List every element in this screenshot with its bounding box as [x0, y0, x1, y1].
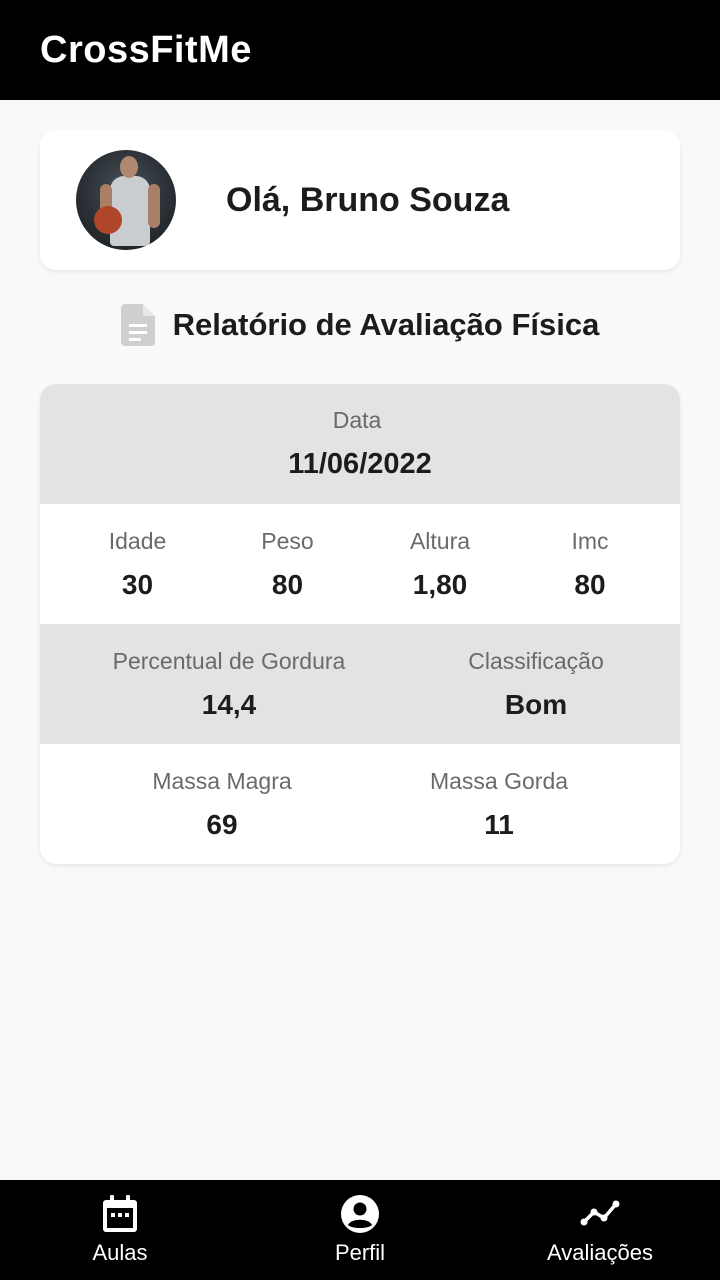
calendar-icon: [103, 1195, 137, 1232]
app-title: CrossFitMe: [40, 28, 252, 71]
metrics-row: Idade 30 Peso 80 Altura 1,80 Imc 80: [40, 504, 680, 624]
report-card: Data 11/06/2022 Idade 30 Peso 80 Altura …: [40, 384, 680, 864]
avatar[interactable]: [76, 150, 176, 250]
report-heading: Relatório de Avaliação Física: [0, 300, 720, 350]
metric-altura: Altura 1,80: [340, 504, 540, 624]
account-circle-icon: [341, 1195, 379, 1233]
classification-cell: Classificação Bom: [418, 624, 654, 744]
metric-value: 80: [271, 568, 304, 600]
date-value: 11/06/2022: [288, 448, 432, 480]
body-fat-row: Percentual de Gordura 14,4 Classificação…: [40, 624, 680, 744]
metric-label: Imc: [571, 527, 609, 554]
fat-mass-cell: Massa Gorda 11: [404, 744, 594, 864]
nav-label-perfil: Perfil: [334, 1240, 386, 1265]
date-cell: Data 11/06/2022: [40, 384, 680, 504]
nav-item-aulas[interactable]: Aulas: [0, 1180, 240, 1280]
metric-label: Altura: [409, 527, 471, 554]
greeting-text: Olá, Bruno Souza: [226, 180, 510, 219]
body-fat-value: 14,4: [201, 688, 257, 720]
timeline-icon: [580, 1200, 620, 1226]
classification-label: Classificação: [468, 647, 604, 674]
metric-value: 1,80: [412, 568, 468, 600]
app-bar: CrossFitMe: [0, 0, 720, 100]
nav-label-avaliacoes: Avaliações: [547, 1240, 653, 1265]
lean-mass-label: Massa Magra: [152, 767, 292, 794]
document-icon: [120, 304, 155, 346]
nav-item-perfil[interactable]: Perfil: [240, 1180, 480, 1280]
nav-label-aulas: Aulas: [92, 1240, 148, 1265]
metric-label: Idade: [108, 527, 167, 554]
date-label: Data: [332, 407, 382, 433]
report-title: Relatório de Avaliação Física: [172, 307, 600, 342]
metric-label: Peso: [261, 527, 314, 554]
metric-imc: Imc 80: [540, 504, 640, 624]
metric-idade: Idade 30: [40, 504, 235, 624]
metric-value: 30: [121, 568, 154, 600]
body-fat-label: Percentual de Gordura: [112, 647, 346, 674]
bottom-nav: Aulas Perfil Avaliações: [0, 1180, 720, 1280]
lean-mass-value: 69: [206, 808, 238, 840]
mass-row: Massa Magra 69 Massa Gorda 11: [40, 744, 680, 864]
greeting-card: Olá, Bruno Souza: [40, 130, 680, 270]
fat-mass-label: Massa Gorda: [429, 767, 569, 794]
metric-value: 80: [574, 568, 606, 600]
date-row: Data 11/06/2022: [40, 384, 680, 504]
lean-mass-cell: Massa Magra 69: [40, 744, 404, 864]
body-fat-cell: Percentual de Gordura 14,4: [40, 624, 418, 744]
metric-peso: Peso 80: [235, 504, 340, 624]
classification-value: Bom: [504, 688, 568, 720]
nav-item-avaliacoes[interactable]: Avaliações: [480, 1180, 720, 1280]
fat-mass-value: 11: [484, 808, 514, 840]
